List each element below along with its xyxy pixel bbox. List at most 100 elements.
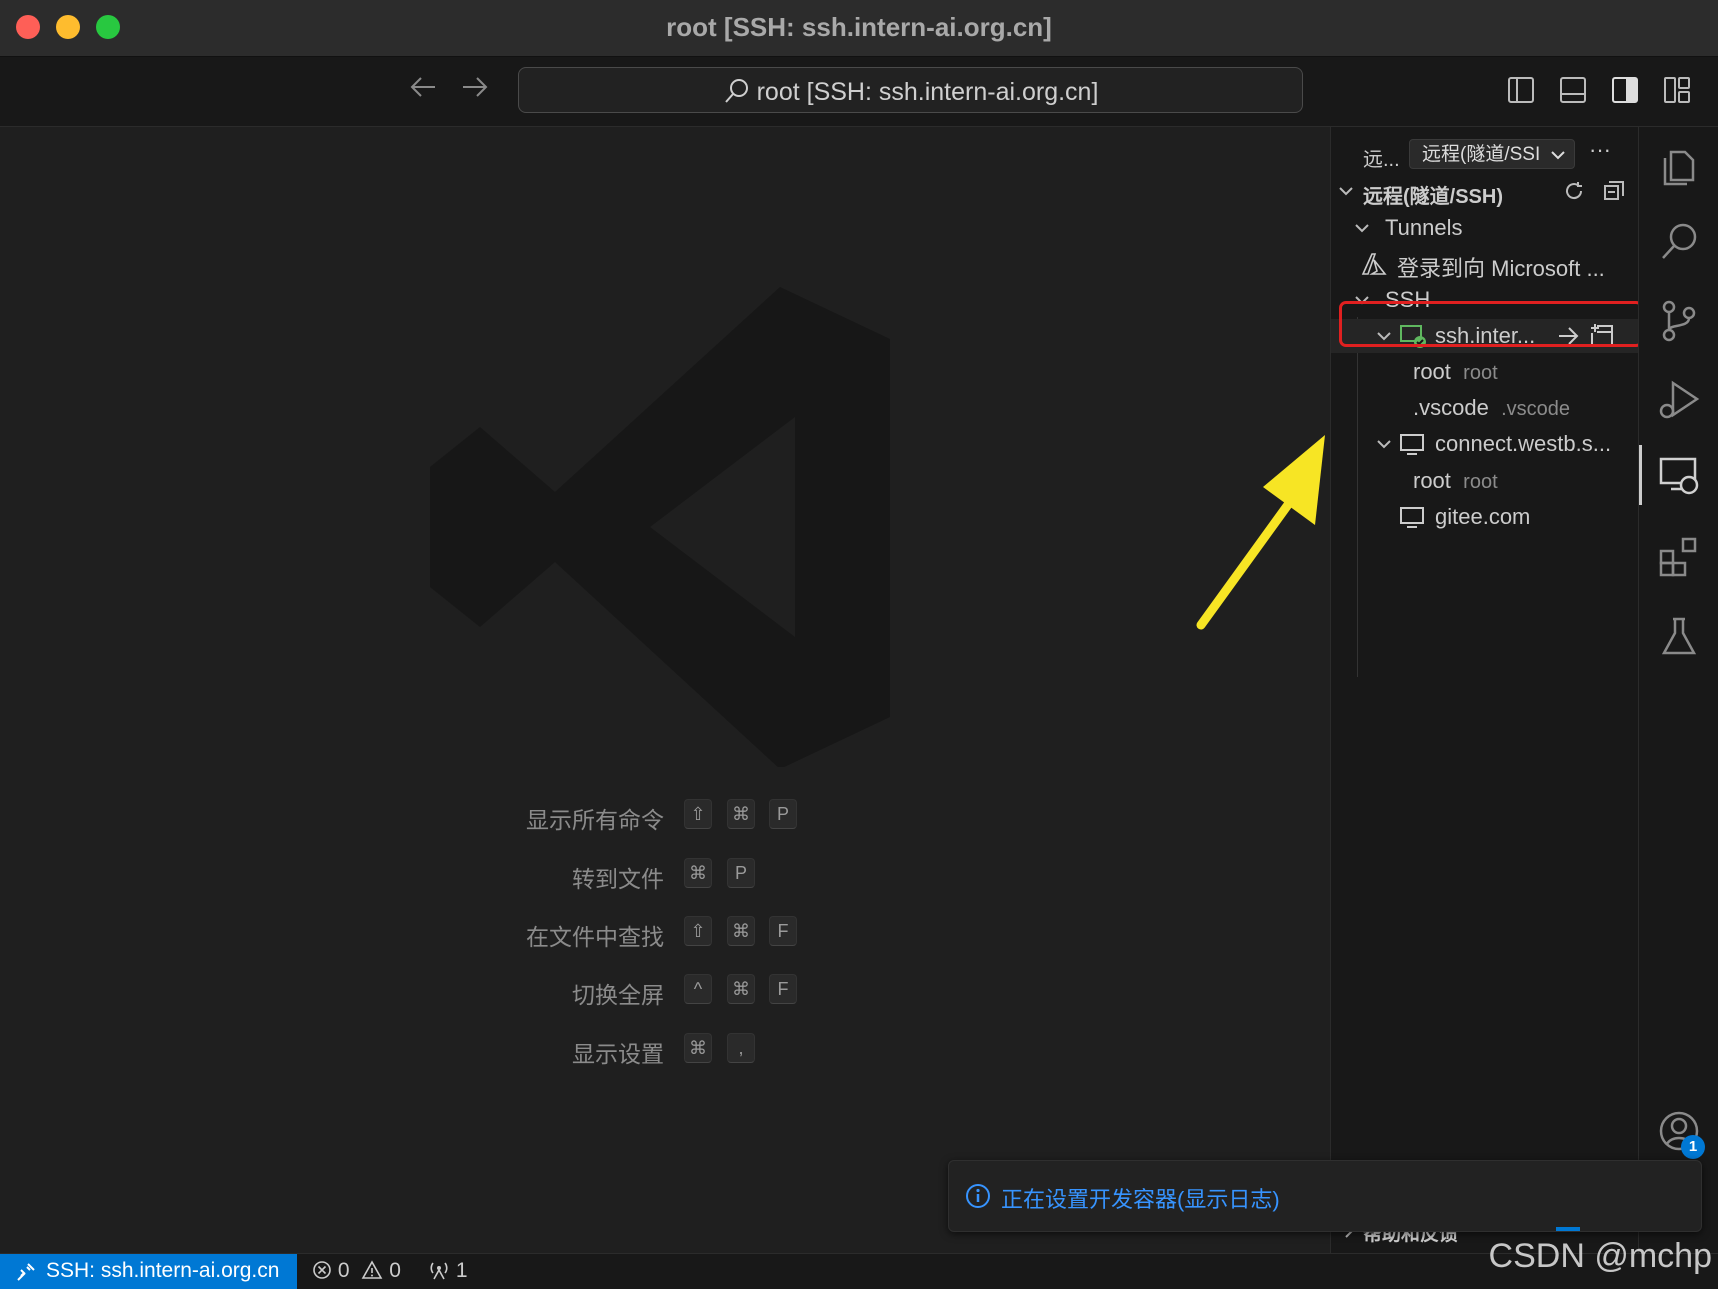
shortcut-key: ⌘ (684, 858, 712, 888)
error-icon (313, 1261, 331, 1279)
shortcut-key: ⌘ (727, 799, 755, 829)
section-header[interactable]: 远程(隧道/SSH) (1331, 174, 1639, 208)
folder-description: root (1463, 471, 1498, 493)
annotation-highlight-box (1339, 301, 1643, 347)
ports-count: 1 (455, 1259, 468, 1282)
ssh-host-item[interactable]: gitee.com (1331, 500, 1639, 534)
refresh-icon[interactable] (1563, 180, 1585, 202)
chevron-down-icon (1355, 224, 1369, 233)
radio-tower-icon (430, 1262, 448, 1280)
azure-icon (1361, 253, 1387, 275)
activity-bar: 1 (1638, 127, 1718, 1253)
folder-label: .vscode (1413, 395, 1489, 420)
monitor-icon (1400, 507, 1424, 528)
shortcut-key: F (769, 974, 797, 1004)
ports-indicator[interactable]: 1 (428, 1259, 468, 1283)
toolbar: root [SSH: ssh.intern-ai.org.cn] (0, 57, 1718, 127)
shortcut-row: 显示设置 ⌘ , (0, 1033, 1330, 1069)
folder-description: root (1463, 362, 1498, 384)
shortcut-key: P (769, 799, 797, 829)
title-bar: root [SSH: ssh.intern-ai.org.cn] (0, 0, 1718, 57)
ssh-host-label: gitee.com (1435, 504, 1531, 529)
shortcut-key: F (769, 916, 797, 946)
tree-item-label: Tunnels (1385, 215, 1463, 240)
back-button[interactable] (408, 72, 438, 110)
remote-icon (17, 1263, 35, 1281)
warning-count: 0 (389, 1259, 401, 1282)
info-icon (966, 1184, 990, 1208)
ssh-host-item[interactable]: connect.westb.s... (1331, 427, 1639, 461)
account-badge: 1 (1681, 1135, 1705, 1159)
problems-indicator[interactable]: 0 0 (312, 1259, 401, 1283)
watermark-text: CSDN @mchp (1488, 1237, 1712, 1275)
vscode-watermark-logo (430, 287, 890, 767)
chevron-down-icon (1551, 151, 1565, 160)
shortcut-label: 显示设置 (572, 1041, 664, 1067)
command-center[interactable]: root [SSH: ssh.intern-ai.org.cn] (518, 67, 1303, 113)
ssh-host-label: connect.westb.s... (1435, 431, 1612, 456)
toggle-panel-icon[interactable] (1560, 77, 1586, 103)
explorer-icon[interactable] (1657, 142, 1701, 186)
shortcut-key: ⌘ (727, 974, 755, 1004)
command-center-label: root [SSH: ssh.intern-ai.org.cn] (519, 77, 1302, 107)
remote-type-dropdown[interactable]: 远程(隧道/SSI (1409, 139, 1575, 169)
chevron-down-icon (1339, 187, 1353, 196)
toggle-primary-sidebar-icon[interactable] (1508, 77, 1534, 103)
shortcut-row: 转到文件 ⌘ P (0, 858, 1330, 894)
command-center-text: root [SSH: ssh.intern-ai.org.cn] (756, 78, 1099, 106)
shortcut-label: 在文件中查找 (526, 924, 664, 950)
tree-item-signin[interactable]: 登录到向 Microsoft ... (1331, 247, 1639, 281)
folder-description: .vscode (1501, 398, 1570, 420)
window-title: root [SSH: ssh.intern-ai.org.cn] (666, 12, 1052, 42)
folder-label: root (1413, 359, 1451, 384)
search-icon[interactable] (1657, 219, 1701, 263)
progress-indicator (1556, 1227, 1580, 1231)
toggle-secondary-sidebar-icon[interactable] (1612, 77, 1638, 103)
shortcut-key: , (727, 1033, 755, 1063)
arrow-right-icon (463, 77, 488, 97)
customize-layout-icon[interactable] (1664, 77, 1690, 103)
notification-link[interactable]: 正在设置开发容器(显示日志) (1001, 1182, 1280, 1214)
active-indicator (1639, 445, 1642, 505)
sidebar-title: 远... (1363, 149, 1400, 171)
shortcut-row: 切换全屏 ^ ⌘ F (0, 974, 1330, 1010)
more-actions-button[interactable]: ··· (1589, 137, 1611, 163)
notification-toast[interactable]: 正在设置开发容器(显示日志) (948, 1160, 1702, 1232)
section-title: 远程(隧道/SSH) (1363, 186, 1503, 208)
shortcut-label: 转到文件 (572, 866, 664, 892)
remote-explorer-sidebar: 远... 远程(隧道/SSI ··· 远程(隧道/SSH) Tunnels 登录… (1330, 127, 1643, 1253)
testing-icon[interactable] (1657, 615, 1701, 659)
shortcut-key: ⇧ (684, 916, 712, 946)
remote-type-value: 远程(隧道/SSI (1422, 144, 1541, 165)
source-control-icon[interactable] (1657, 299, 1701, 343)
shortcut-key: ^ (684, 974, 712, 1004)
shortcut-key: P (727, 858, 755, 888)
shortcut-row: 显示所有命令 ⇧ ⌘ P (0, 799, 1330, 835)
collapse-all-icon[interactable] (1603, 180, 1625, 202)
forward-button[interactable] (460, 72, 490, 110)
remote-indicator[interactable]: SSH: ssh.intern-ai.org.cn (0, 1254, 297, 1289)
shortcut-key: ⌘ (684, 1033, 712, 1063)
warning-icon (362, 1260, 383, 1279)
remote-explorer-icon[interactable] (1657, 453, 1701, 497)
ssh-folder-item[interactable]: root root (1331, 355, 1639, 389)
shortcut-key: ⌘ (727, 916, 755, 946)
editor-area: 显示所有命令 ⇧ ⌘ P 转到文件 ⌘ P 在文件中查找 ⇧ ⌘ F 切换全屏 … (0, 127, 1330, 1253)
tree-item-tunnels[interactable]: Tunnels (1331, 211, 1639, 245)
error-count: 0 (337, 1259, 350, 1282)
arrow-left-icon (410, 77, 435, 97)
tree-item-label: 登录到向 Microsoft ... (1397, 256, 1605, 281)
ssh-folder-item[interactable]: .vscode .vscode (1331, 391, 1639, 425)
annotation-arrow (1196, 435, 1325, 630)
extensions-icon[interactable] (1657, 535, 1701, 579)
ssh-folder-item[interactable]: root root (1331, 464, 1639, 498)
shortcut-label: 切换全屏 (572, 982, 664, 1008)
shortcut-row: 在文件中查找 ⇧ ⌘ F (0, 916, 1330, 952)
run-debug-icon[interactable] (1657, 377, 1701, 421)
monitor-icon (1400, 434, 1424, 455)
chevron-down-icon (1377, 440, 1391, 449)
remote-label: SSH: ssh.intern-ai.org.cn (46, 1259, 280, 1282)
shortcut-label: 显示所有命令 (526, 807, 664, 833)
shortcut-key: ⇧ (684, 799, 712, 829)
search-icon (724, 79, 748, 103)
